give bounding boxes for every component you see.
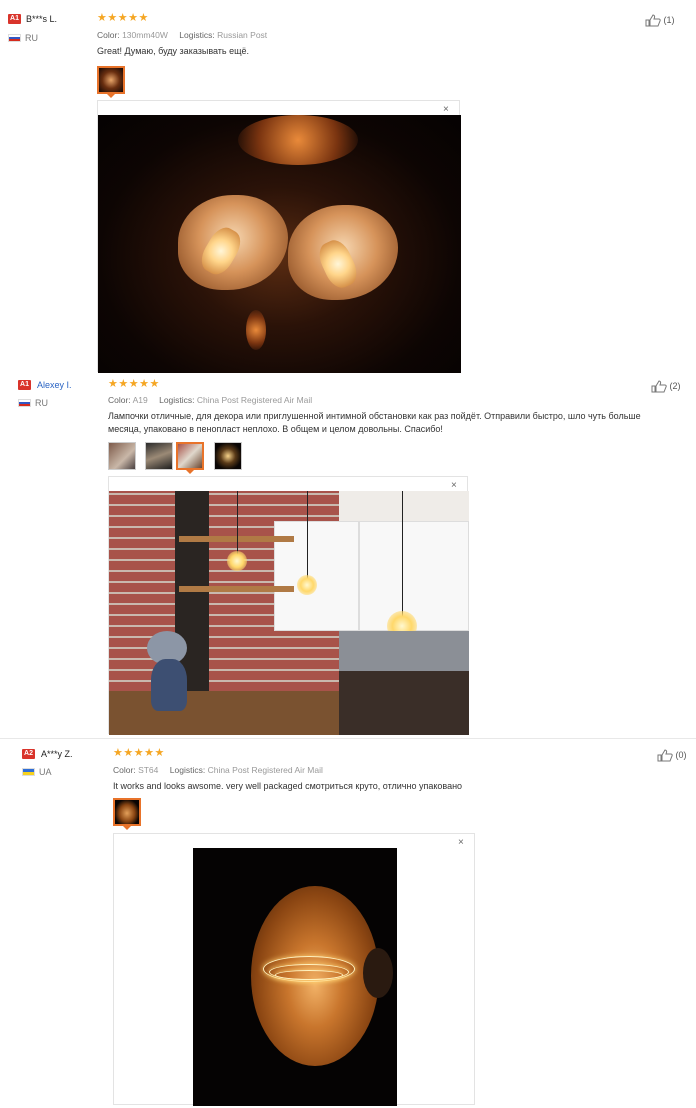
rating-stars: ★★★★★ (108, 378, 160, 390)
photo-thumbnail[interactable] (108, 442, 136, 470)
logistics-label: Logistics: (159, 395, 195, 405)
thumbs-up-icon (651, 380, 667, 393)
color-label: Color: (113, 765, 136, 775)
review-3: A2 A***y Z. UA ★★★★★ Color: ST64 Logisti… (0, 740, 696, 1108)
active-thumb-caret (107, 94, 115, 98)
color-label: Color: (108, 395, 131, 405)
helpful-button[interactable]: (2) (651, 380, 681, 393)
country-flag-icon (22, 768, 35, 776)
reviewer-name: B***s L. (26, 14, 58, 24)
logistics-label: Logistics: (169, 765, 206, 775)
logistics-value: Russian Post (217, 30, 268, 40)
photo-thumbnail[interactable] (214, 442, 242, 470)
review-text: Great! Думаю, буду заказывать ещё. (97, 46, 250, 56)
reviewer-name: A***y Z. (41, 749, 73, 759)
rating-stars: ★★★★★ (97, 12, 149, 24)
reviewer-country: RU (35, 398, 48, 408)
logistics-value: China Post Registered Air Mail (207, 765, 323, 775)
review-attributes: Color: A19 Logistics: China Post Registe… (108, 395, 312, 405)
review-divider (0, 738, 696, 739)
reviewer-country: RU (25, 33, 38, 43)
color-value: 130mm40W (122, 30, 168, 40)
photo-thumbnail[interactable] (97, 66, 125, 94)
review-photo (193, 848, 397, 1106)
user-level-badge: A1 (18, 380, 31, 390)
reviewer-country: UA (39, 767, 52, 777)
review-photo (109, 491, 469, 735)
helpful-count: (1) (663, 14, 675, 25)
user-level-badge: A1 (8, 14, 21, 24)
logistics-label: Logistics: (179, 30, 215, 40)
thumbs-up-icon (657, 749, 673, 762)
photo-thumbnail[interactable] (113, 798, 141, 826)
review-1: A1 B***s L. RU ★★★★★ Color: 130mm40W Log… (0, 0, 696, 373)
rating-stars: ★★★★★ (113, 747, 165, 759)
photo-viewer: × (97, 100, 461, 373)
helpful-count: (0) (675, 749, 687, 760)
photo-viewer: × (108, 476, 469, 735)
active-thumb-caret (186, 470, 194, 474)
reviewer-name-link[interactable]: Alexey I. (37, 380, 72, 390)
review-text: It works and looks awsome. very well pac… (113, 781, 463, 791)
helpful-count: (2) (669, 380, 681, 391)
color-label: Color: (97, 30, 120, 40)
helpful-button[interactable]: (1) (645, 14, 675, 27)
photo-viewer: × (113, 833, 475, 1106)
photo-thumbnail[interactable] (176, 442, 204, 470)
country-flag-icon (18, 399, 31, 407)
active-thumb-caret (123, 826, 131, 830)
photo-thumbnail[interactable] (145, 442, 173, 470)
color-value: A19 (132, 395, 148, 405)
user-level-badge: A2 (22, 749, 35, 759)
review-attributes: Color: 130mm40W Logistics: Russian Post (97, 30, 267, 40)
close-icon[interactable]: × (443, 105, 449, 115)
review-attributes: Color: ST64 Logistics: China Post Regist… (113, 765, 323, 775)
review-photo (98, 115, 461, 373)
review-2: A1 Alexey I. RU ★★★★★ Color: A19 Logisti… (0, 372, 696, 736)
logistics-value: China Post Registered Air Mail (196, 395, 313, 405)
review-text: Лампочки отличные, для декора или приглу… (108, 411, 641, 434)
color-value: ST64 (138, 765, 159, 775)
country-flag-icon (8, 34, 21, 42)
close-icon[interactable]: × (458, 838, 464, 848)
close-icon[interactable]: × (451, 481, 457, 491)
helpful-button[interactable]: (0) (657, 749, 687, 762)
thumbs-up-icon (645, 14, 661, 27)
